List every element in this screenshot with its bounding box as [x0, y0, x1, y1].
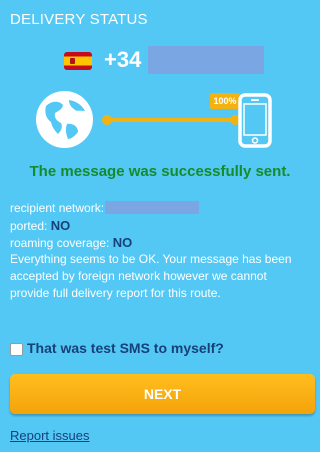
test-sms-checkbox[interactable]: [10, 343, 23, 356]
smartphone-icon: [238, 93, 272, 148]
ported-row: ported: NO: [10, 217, 310, 234]
panel-title: DELIVERY STATUS: [10, 11, 148, 28]
note-line-2: accepted by foreign network however we c…: [10, 269, 267, 283]
success-message: The message was successfully sent.: [29, 163, 291, 180]
delivery-status-panel: DELIVERY STATUS +34 100% The message was…: [0, 0, 320, 452]
note-line-1: Everything seems to be OK. Your message …: [10, 252, 292, 266]
country-prefix: +34: [104, 47, 142, 72]
roaming-row: roaming coverage: NO: [10, 234, 310, 251]
roaming-value: NO: [112, 235, 133, 250]
globe-icon: [36, 91, 93, 148]
test-sms-label[interactable]: That was test SMS to myself?: [27, 340, 224, 356]
progress-badge: 100%: [210, 93, 240, 109]
ported-label: ported:: [10, 219, 48, 233]
ported-value: NO: [50, 218, 71, 233]
delivery-progress-line: [102, 115, 240, 125]
network-row: recipient network:: [10, 200, 310, 217]
redacted-network-name: [105, 201, 200, 214]
delivery-details: recipient network: ported: NO roaming co…: [10, 200, 310, 302]
report-issues-link[interactable]: Report issues: [10, 428, 89, 443]
progress-start-dot: [102, 115, 112, 125]
note-line-3: provide full delivery report for this ro…: [10, 286, 221, 300]
redacted-phone-number: [148, 46, 264, 74]
spain-flag-icon: [64, 52, 92, 70]
network-label: recipient network:: [10, 201, 105, 215]
roaming-label: roaming coverage:: [10, 236, 110, 250]
next-button[interactable]: NEXT: [10, 374, 315, 414]
